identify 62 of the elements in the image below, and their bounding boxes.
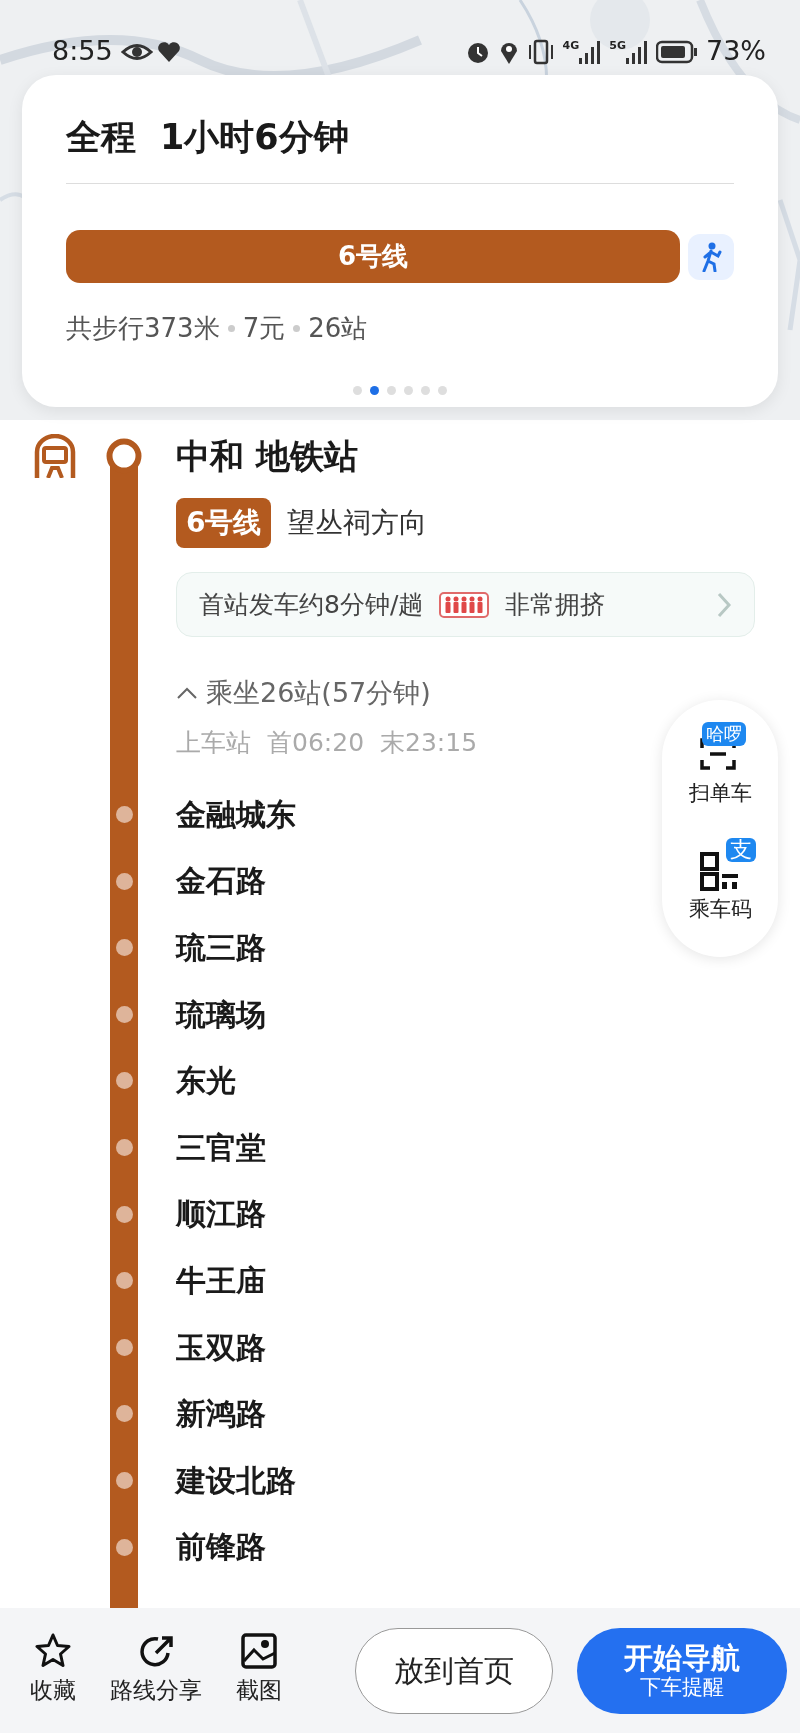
frequency-text: 首站发车约8分钟/趟	[199, 588, 424, 621]
stop-name: 建设北路	[176, 1461, 296, 1500]
crowding-text: 非常拥挤	[505, 588, 606, 621]
signal-icon	[579, 39, 602, 64]
boarding-label: 上车站	[176, 726, 251, 759]
page-indicator-dot[interactable]	[404, 386, 413, 395]
stop-name: 三官堂	[176, 1128, 266, 1167]
stop-name: 琉璃场	[176, 995, 266, 1034]
line-badge: 6号线	[176, 498, 272, 548]
separator-dot	[227, 325, 235, 332]
image-icon	[241, 1633, 277, 1670]
chevron-right-icon	[716, 591, 732, 618]
page-indicator-dot[interactable]	[421, 386, 430, 395]
stop-name: 金融城东	[176, 795, 296, 834]
stop-name: 东光	[176, 1062, 236, 1101]
network-type: 4G	[562, 39, 580, 51]
battery-percent: 73%	[706, 34, 766, 69]
line-segment-bar[interactable]: 6号线	[66, 230, 680, 283]
page-indicator-dot[interactable]	[353, 386, 362, 395]
trip-info: 7元	[242, 312, 286, 345]
train-icon	[34, 434, 76, 478]
toolbar-button[interactable]: 路线分享	[110, 1673, 202, 1708]
network-type: 5G	[609, 39, 626, 51]
trip-label: 全程	[66, 116, 136, 159]
stop-name: 金石路	[176, 862, 266, 901]
page-indicator-dot[interactable]	[370, 386, 379, 395]
last-train-time: 末23:15	[380, 726, 478, 759]
trip-duration: 1小时6分钟	[160, 116, 349, 159]
first-train-time: 首06:20	[267, 726, 365, 759]
floating-tool-button[interactable]: 乘车码	[688, 893, 752, 925]
star-icon	[35, 1633, 71, 1670]
status-time: 8:55	[52, 34, 113, 69]
app-badge: 支	[726, 837, 756, 862]
station-name: 中和 地铁站	[176, 435, 358, 478]
stop-name: 新鸿路	[176, 1395, 266, 1434]
stop-name: 顺江路	[176, 1195, 266, 1234]
walking-person-icon	[700, 241, 722, 272]
caret-up-icon[interactable]	[176, 686, 198, 701]
trip-info: 共步行373米	[66, 312, 220, 345]
pin-to-home-button[interactable]: 放到首页	[355, 1627, 553, 1714]
crowd-icon	[439, 591, 490, 618]
start-navigation-button[interactable]: 开始导航 下车提醒	[577, 1627, 787, 1714]
toolbar-button[interactable]: 收藏	[30, 1673, 76, 1708]
separator-dot	[293, 325, 301, 332]
page-indicator-dot[interactable]	[387, 386, 396, 395]
walk-segment[interactable]	[688, 233, 734, 280]
floating-tool-button[interactable]: 扫单车	[688, 778, 752, 810]
stop-name: 琉三路	[176, 929, 266, 967]
toolbar-button[interactable]: 截图	[236, 1673, 282, 1708]
trip-info: 26站	[308, 312, 368, 345]
service-info-bar[interactable]: 首站发车约8分钟/趟 非常拥挤	[176, 572, 755, 637]
page-indicator-dot[interactable]	[438, 386, 447, 395]
heart-icon	[156, 40, 181, 63]
signal-icon	[626, 39, 648, 64]
stop-name: 牛王庙	[176, 1261, 266, 1300]
direction-text: 望丛祠方向	[287, 505, 428, 541]
app-badge: 哈啰	[702, 722, 746, 746]
battery-icon	[656, 39, 698, 64]
ride-summary-toggle[interactable]: 乘坐26站(57分钟)	[206, 673, 431, 714]
vibrate-icon	[526, 38, 555, 65]
stop-name: 前锋路	[176, 1528, 266, 1567]
stop-name: 玉双路	[176, 1328, 266, 1367]
